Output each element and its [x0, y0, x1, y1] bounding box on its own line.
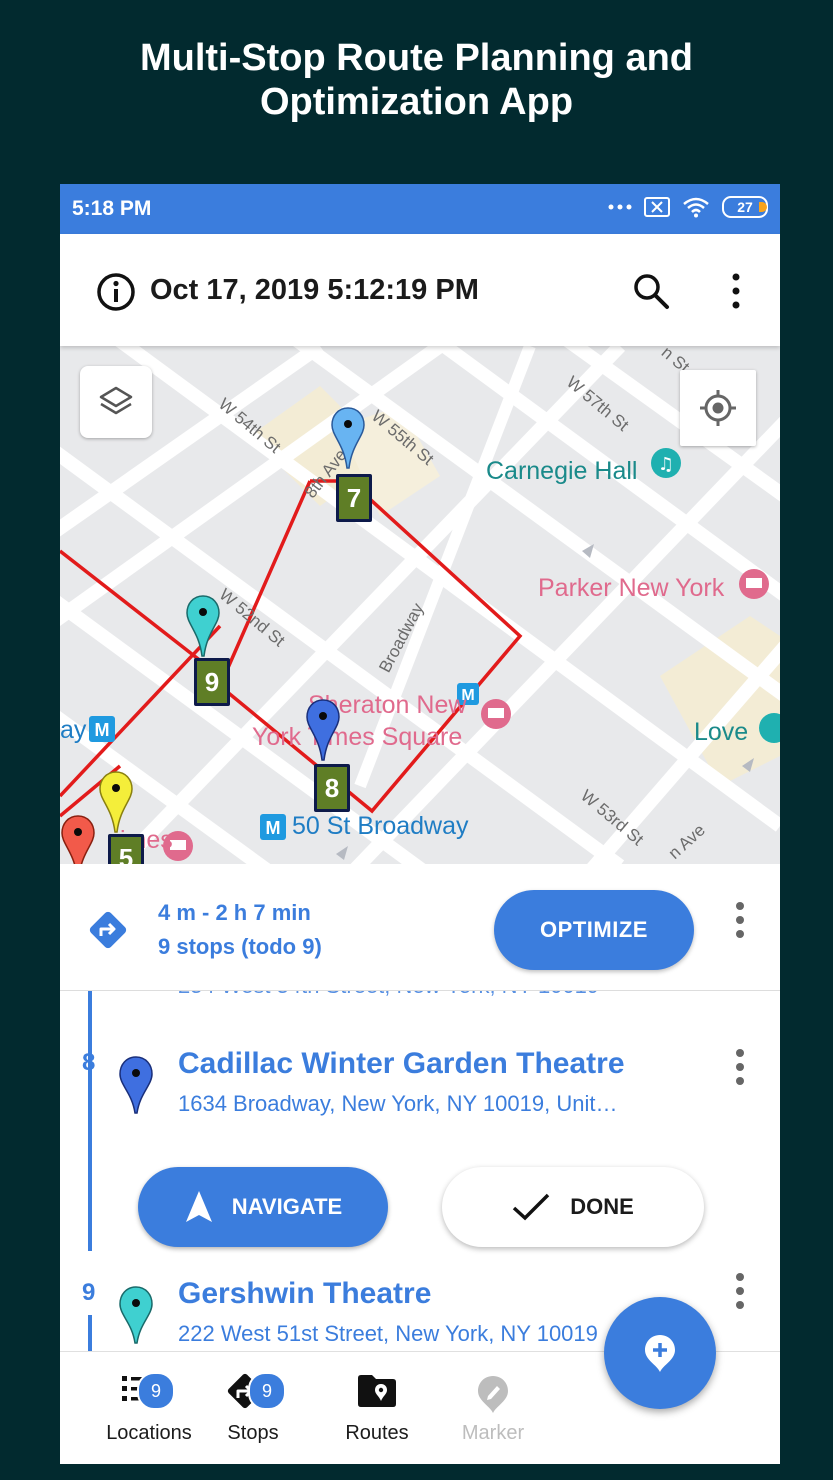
battery-icon: 27 — [722, 196, 768, 218]
stop-list: 254 West 54th Street, New York, NY 10019… — [60, 991, 780, 1351]
check-icon — [513, 1193, 550, 1221]
map-pin-icon[interactable] — [330, 406, 366, 470]
optimize-button[interactable]: OPTIMIZE — [494, 890, 694, 970]
marker-pencil-icon — [478, 1376, 508, 1413]
stop-number: 8 — [82, 1049, 96, 1076]
poi-parker-new-york[interactable]: Parker New York — [538, 574, 724, 603]
overflow-menu-icon[interactable] — [724, 272, 748, 310]
nav-routes[interactable]: Routes — [322, 1352, 432, 1464]
nav-label: Locations — [106, 1422, 192, 1444]
phone-screen: 5:18 PM 27 Oct 17, 2019 5:12:19 PM M M M… — [60, 184, 780, 1464]
stops-badge: 9 — [248, 1372, 286, 1410]
navigation-arrow-icon — [185, 1191, 212, 1222]
directions-icon — [89, 911, 127, 949]
status-time: 5:18 PM — [72, 197, 152, 220]
locations-badge: 9 — [137, 1372, 175, 1410]
folder-pin-icon — [358, 1375, 396, 1407]
add-stop-button[interactable] — [604, 1297, 716, 1409]
status-icons: 27 — [608, 196, 768, 218]
page-title: Oct 17, 2019 5:12:19 PM — [150, 274, 479, 306]
promo-title: Multi-Stop Route Planning and Optimizati… — [0, 36, 833, 124]
nav-label: Routes — [345, 1422, 409, 1444]
stop-name[interactable]: Cadillac Winter Garden Theatre — [178, 1047, 625, 1081]
stop-number: 9 — [82, 1279, 96, 1306]
stop-address: 222 West 51st Street, New York, NY 10019 — [178, 1321, 598, 1346]
navigate-button[interactable]: NAVIGATE — [138, 1167, 388, 1247]
poi-love[interactable]: Love — [694, 718, 748, 747]
nav-locations[interactable]: 9 Locations — [94, 1352, 204, 1464]
stop-marker-9[interactable]: 9 — [194, 658, 230, 706]
poi-carnegie-hall[interactable]: Carnegie Hall — [486, 457, 637, 486]
layers-icon — [99, 386, 133, 415]
stop-address: 1634 Broadway, New York, NY 10019, Unit… — [178, 1091, 618, 1116]
stop-name[interactable]: Gershwin Theatre — [178, 1277, 431, 1311]
info-icon[interactable] — [96, 272, 136, 312]
timeline-line — [88, 991, 92, 1033]
route-duration: 4 m - 2 h 7 min — [158, 900, 311, 925]
item-menu-icon[interactable] — [732, 1271, 748, 1311]
stop-marker-5[interactable]: 5 — [108, 834, 144, 864]
summary-menu-icon[interactable] — [732, 900, 748, 940]
svg-text:M: M — [266, 818, 281, 838]
my-location-button[interactable] — [680, 370, 756, 446]
route-summary: 4 m - 2 h 7 min 9 stops (todo 9) OPTIMIZ… — [60, 864, 780, 991]
item-menu-icon[interactable] — [732, 1047, 748, 1087]
poi-50-st-broadway[interactable]: 50 St Broadway — [292, 812, 469, 841]
nav-label: Stops — [227, 1422, 279, 1444]
route-stop-count: 9 stops (todo 9) — [158, 934, 322, 959]
map-pin-icon[interactable] — [185, 594, 221, 658]
app-bar: Oct 17, 2019 5:12:19 PM — [60, 234, 780, 346]
more-dots-icon — [608, 204, 632, 210]
battery-level: 27 — [737, 199, 753, 215]
sim-off-icon — [644, 197, 670, 217]
navigate-label: NAVIGATE — [231, 1194, 343, 1219]
search-icon[interactable] — [632, 272, 670, 310]
map-pin-icon[interactable] — [305, 698, 341, 762]
svg-text:♫: ♫ — [658, 454, 674, 475]
promo-title-line1: Multi-Stop Route Planning and — [139, 37, 694, 79]
list-item[interactable]: 8 Cadillac Winter Garden Theatre 1634 Br… — [60, 1033, 780, 1263]
svg-text:M: M — [95, 720, 110, 740]
map-pin-icon[interactable] — [98, 770, 134, 834]
wifi-icon — [683, 197, 709, 218]
map-view[interactable]: M M M ♫ W 54th St W 55th St W 57th St 8t… — [60, 346, 780, 864]
poi-sheraton-line2[interactable]: York Times Square — [252, 723, 462, 752]
timeline-line — [88, 1315, 92, 1351]
map-pin-icon[interactable] — [60, 814, 96, 864]
nav-label: Marker — [461, 1422, 525, 1444]
crosshair-icon — [700, 390, 736, 426]
nav-stops[interactable]: 9 Stops — [198, 1352, 308, 1464]
map-pin-icon — [119, 1286, 153, 1344]
poi-subway-partial: ay — [60, 716, 87, 744]
promo-title-line2: Optimization App — [259, 81, 574, 123]
status-bar: 5:18 PM 27 — [60, 184, 780, 234]
nav-marker[interactable]: Marker — [438, 1352, 548, 1464]
add-location-icon — [645, 1335, 675, 1372]
done-button[interactable]: DONE — [442, 1167, 704, 1247]
map-pin-icon — [119, 1056, 153, 1114]
previous-stop-address: 254 West 54th Street, New York, NY 10019 — [178, 991, 599, 999]
layers-button[interactable] — [80, 366, 152, 438]
stop-marker-7[interactable]: 7 — [336, 474, 372, 522]
stop-marker-8[interactable]: 8 — [314, 764, 350, 812]
done-label: DONE — [570, 1194, 634, 1219]
